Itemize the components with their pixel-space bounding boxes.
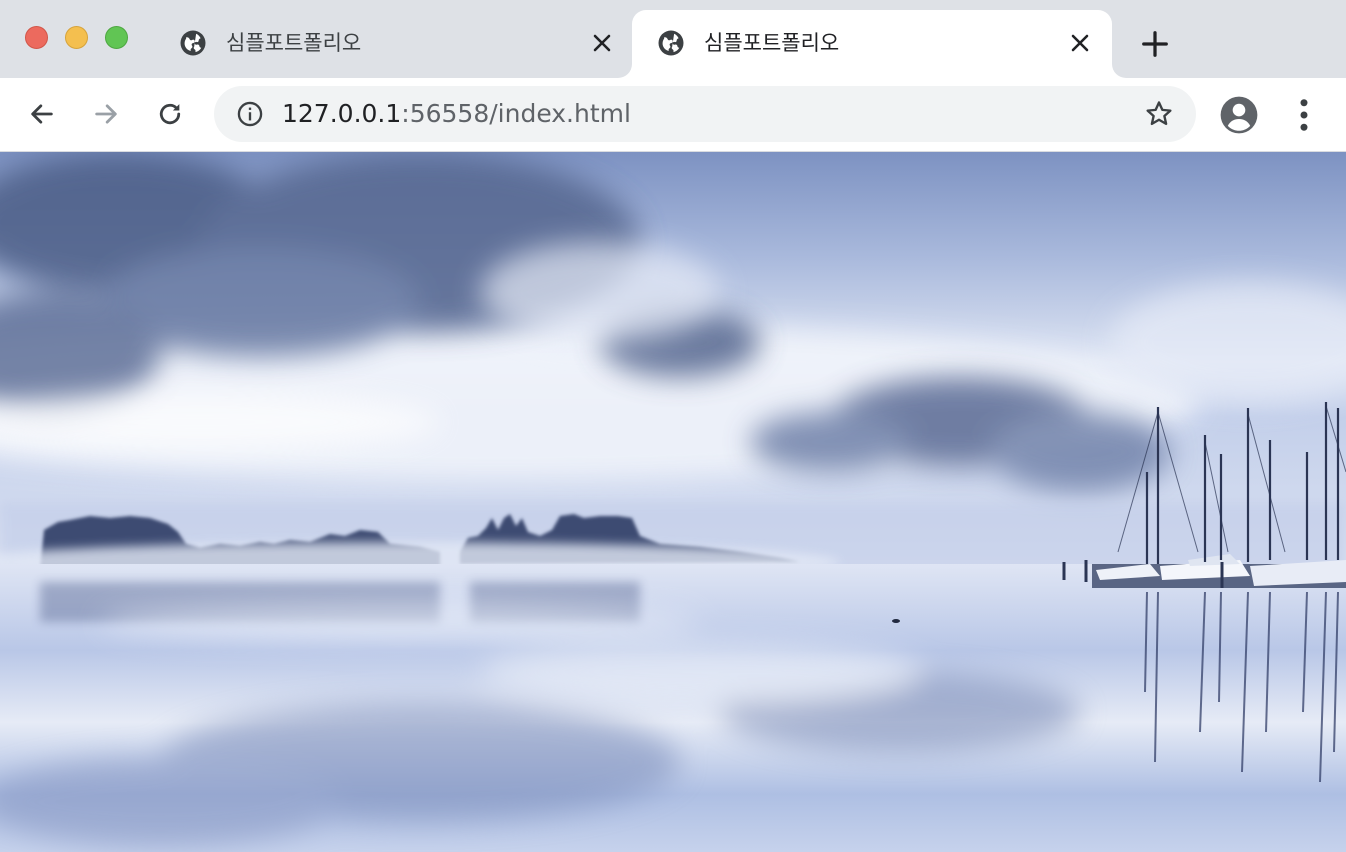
url-path: :56558/index.html xyxy=(401,99,631,128)
tab-inactive[interactable]: 심플포트폴리오 xyxy=(158,10,632,78)
tab-active[interactable]: 심플포트폴리오 xyxy=(632,10,1112,78)
reload-icon xyxy=(159,103,181,125)
new-tab-button[interactable] xyxy=(1140,29,1170,59)
profile-avatar-icon[interactable] xyxy=(1218,94,1260,136)
forward-button[interactable] xyxy=(86,94,126,134)
globe-icon xyxy=(658,30,684,56)
tab-title: 심플포트폴리오 xyxy=(704,31,840,55)
arrow-right-icon xyxy=(95,104,117,124)
back-button[interactable] xyxy=(22,94,62,134)
arrow-left-icon xyxy=(31,104,53,124)
address-bar[interactable]: 127.0.0.1:56558/index.html xyxy=(214,86,1196,142)
browser-window: 심플포트폴리오 심플포트폴리오 127.0.0.1:56558/index.ht… xyxy=(0,0,1346,852)
info-icon[interactable] xyxy=(236,100,264,128)
globe-icon xyxy=(180,30,206,56)
bookmark-star-icon[interactable] xyxy=(1144,99,1174,129)
window-close-button[interactable] xyxy=(25,26,48,49)
page-content xyxy=(0,152,1346,852)
tab-strip: 심플포트폴리오 심플포트폴리오 xyxy=(0,0,1346,78)
url-host: 127.0.0.1 xyxy=(282,99,402,128)
hero-image xyxy=(0,152,1346,852)
browser-toolbar: 127.0.0.1:56558/index.html xyxy=(0,78,1346,152)
window-minimize-button[interactable] xyxy=(65,26,88,49)
close-icon[interactable] xyxy=(1068,31,1092,55)
url-text[interactable]: 127.0.0.1:56558/index.html xyxy=(282,98,631,130)
window-maximize-button[interactable] xyxy=(105,26,128,49)
more-vert-icon[interactable] xyxy=(1288,94,1320,136)
reload-button[interactable] xyxy=(150,94,190,134)
tab-title: 심플포트폴리오 xyxy=(226,31,362,55)
close-icon[interactable] xyxy=(590,31,614,55)
